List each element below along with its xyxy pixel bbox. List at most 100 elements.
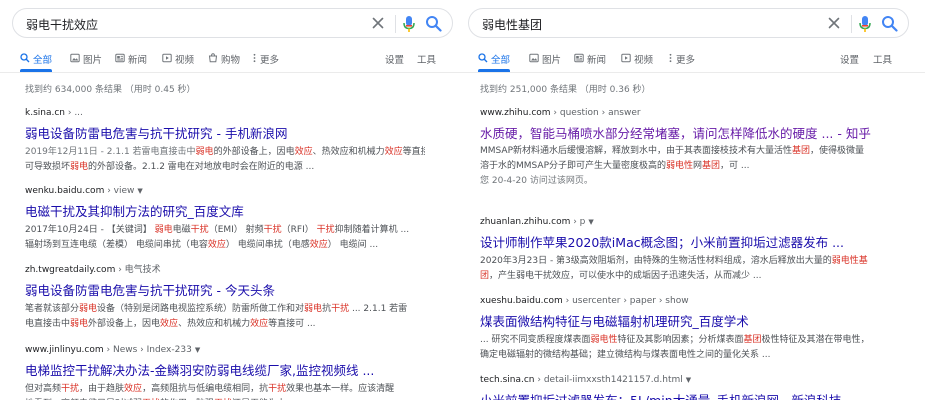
image-icon [70, 53, 80, 63]
highlighted-term: 干扰 [316, 225, 335, 235]
snippet-text: 电直接击中 [25, 319, 71, 329]
news-icon [115, 53, 125, 63]
search-tabs: 全部 图片 新闻 视频 购物 更多 设置 工具 [20, 52, 445, 72]
tab-shopping[interactable]: 购物 [208, 52, 240, 72]
tab-more[interactable]: 更多 [252, 52, 279, 72]
snippet-text: 特征及其影响因素；分析煤表面 [617, 335, 744, 345]
mic-icon[interactable] [402, 15, 416, 33]
result-title-link[interactable]: 设计师制作苹果2020款iMac概念图；小米前置抑垢过滤器发布 ... [480, 234, 880, 252]
caret-down-icon[interactable]: ▼ [588, 218, 593, 226]
search-box [468, 8, 909, 38]
result-title-link[interactable]: 弱电设备防雷电危害与抗干扰研究 - 今天头条 [25, 282, 425, 300]
snippet-text: 可导致损坏 [25, 162, 71, 172]
highlighted-term: 弱电 [154, 225, 173, 235]
tab-news[interactable]: 新闻 [574, 52, 606, 72]
tab-all[interactable]: 全部 [478, 52, 511, 72]
video-icon [162, 53, 172, 63]
shopping-icon [208, 53, 218, 63]
result-title-link[interactable]: 煤表面微结构特征与电磁辐射机理研究_百度学术 [480, 313, 880, 331]
snippet-text: ，产生弱电干扰效应，可以使水中的成垢因子迅速失活，从而减少 ... [489, 271, 762, 281]
result-url[interactable]: www.jinlinyu.com › News › Index-233 ▼ [25, 344, 425, 357]
result-url[interactable]: zh.twgreatdaily.com › 电气技术 [25, 264, 425, 277]
result-title-link[interactable]: 水质硬，智能马桶喷水部分经常堵塞，请问怎样降低水的硬度 ... - 知乎 [480, 125, 880, 142]
search-result: wenku.baidu.com › view ▼ 电磁干扰及其抑制方法的研究_百度文… [25, 185, 425, 253]
result-title-link[interactable]: 电梯监控干扰解决办法-金鳞羽安防弱电线缆厂家,监控视频线 ... [25, 362, 425, 380]
snippet-text: ，使得极微量 [810, 146, 865, 156]
result-title-link[interactable]: 弱电设备防雷电危害与抗干扰研究 - 手机新浪网 [25, 125, 425, 143]
snippet-text: 确定电磁辐射的微结构基础；建立微结构与煤表面电性之间的量化关系 ... [480, 350, 771, 360]
search-icon[interactable] [881, 15, 898, 32]
snippet-text: 设备（特别是闭路电视监控系统）防雷所做工作和对 [97, 304, 305, 314]
tab-videos[interactable]: 视频 [162, 52, 194, 72]
snippet-text: MMSAP新材料通水后缓慢溶解，释放到水中，由于其表面接枝技术有大量活性 [480, 146, 792, 156]
tab-all[interactable]: 全部 [20, 52, 53, 72]
mic-icon[interactable] [858, 15, 872, 33]
search-result: zhuanlan.zhihu.com › p ▼ 设计师制作苹果2020款iMac概… [480, 216, 880, 284]
result-stats: 找到约 634,000 条结果 （用时 0.45 秒） [25, 85, 196, 95]
snippet-text: 的外部设备上，因电 [213, 147, 295, 157]
snippet-text: ，高频阻抗与低编电缆相同，抗 [142, 384, 269, 394]
tab-label: 更多 [676, 55, 696, 66]
caret-down-icon[interactable]: ▼ [137, 187, 142, 195]
search-result: tech.sina.cn › detail-iimxxsth1421157.d.… [480, 374, 880, 400]
result-site: tech.sina.cn [480, 375, 535, 385]
highlighted-term: 干扰 [190, 225, 209, 235]
result-url[interactable]: k.sina.cn › ... [25, 107, 425, 120]
tools-link[interactable]: 工具 [417, 52, 436, 72]
result-breadcrumbs: › p [570, 217, 586, 227]
settings-link[interactable]: 设置 [385, 52, 404, 72]
result-url[interactable]: xueshu.baidu.com › usercenter › paper › … [480, 295, 880, 308]
tools-link[interactable]: 工具 [873, 52, 892, 72]
result-site: www.zhihu.com [480, 108, 551, 118]
search-input[interactable] [26, 14, 356, 34]
highlighted-term: 弱电 [70, 162, 89, 172]
snippet-line: ... 研究不同变质程度煤表面弱电性特征及其影响因素；分析煤表面基团极性特征及其… [480, 333, 880, 348]
tab-label: 全部 [491, 55, 511, 66]
caret-down-icon[interactable]: ▼ [195, 346, 200, 354]
search-icon[interactable] [425, 15, 442, 32]
result-breadcrumbs: › News › Index-233 [103, 345, 192, 355]
tabs-divider [463, 72, 925, 73]
tab-videos[interactable]: 视频 [621, 52, 653, 72]
clear-icon[interactable] [370, 15, 386, 31]
snippet-text: 辐射场到互连电缆（差模） 电缆间串扰（电容 [25, 240, 208, 250]
result-site: wenku.baidu.com [25, 186, 105, 196]
result-url[interactable]: tech.sina.cn › detail-iimxxsth1421157.d.… [480, 374, 880, 387]
result-url[interactable]: zhuanlan.zhihu.com › p ▼ [480, 216, 880, 229]
highlighted-term: 干扰 [263, 225, 282, 235]
tab-label: 购物 [221, 55, 241, 66]
snippet-line: 但对高频干扰，由于趋肤效应，高频阻抗与低编电缆相同，抗干扰效果也基本一样。应该清… [25, 382, 425, 397]
snippet-text: ，可 ... [720, 161, 750, 171]
tab-label: 视频 [175, 55, 195, 66]
result-site: k.sina.cn [25, 108, 65, 118]
tab-images[interactable]: 图片 [70, 52, 102, 72]
result-title-link[interactable]: 小米前置抑垢过滤器发布：5L/min大通量_手机新浪网 - 新浪科技 [480, 392, 880, 400]
icon-separator [395, 15, 396, 33]
snippet-text: 、热效应和机械力 [178, 319, 251, 329]
highlighted-term: 基团 [743, 335, 762, 345]
settings-link[interactable]: 设置 [840, 52, 859, 72]
result-snippet: 2020年3月23日 - 第3级高效阻垢剂，由特殊的生物活性材料组成，溶水后释放… [480, 254, 880, 284]
result-site: zh.twgreatdaily.com [25, 265, 116, 275]
highlighted-term: 效应 [160, 319, 179, 329]
result-url[interactable]: www.zhihu.com › question › answer [480, 107, 880, 120]
tab-label: 图片 [542, 55, 562, 66]
tab-images[interactable]: 图片 [529, 52, 561, 72]
result-breadcrumbs: › usercenter › paper › show [562, 296, 689, 306]
highlighted-term: 弱电 [70, 319, 89, 329]
search-result: k.sina.cn › ... 弱电设备防雷电危害与抗干扰研究 - 手机新浪网 20… [25, 107, 425, 175]
tab-news[interactable]: 新闻 [115, 52, 147, 72]
snippet-line: 溶于水的MMSAP分子即可产生大量密度极高的弱电性网基团，可 ... [480, 159, 880, 174]
search-result: www.jinlinyu.com › News › Index-233 ▼ 电梯监控… [25, 344, 425, 400]
tab-more[interactable]: 更多 [668, 52, 695, 72]
image-icon [529, 53, 539, 63]
result-title-link[interactable]: 电磁干扰及其抑制方法的研究_百度文库 [25, 203, 425, 221]
snippet-text: 的外部设备。2.1.2 雷电在对地放电时会在附近的电源 ... [88, 162, 315, 172]
result-url[interactable]: wenku.baidu.com › view ▼ [25, 185, 425, 198]
result-breadcrumbs: › 电气技术 [115, 265, 161, 275]
caret-down-icon[interactable]: ▼ [686, 376, 691, 384]
snippet-text: 网 [693, 161, 703, 171]
search-input[interactable] [482, 14, 812, 34]
clear-icon[interactable] [826, 15, 842, 31]
snippet-text: 电磁 [172, 225, 191, 235]
